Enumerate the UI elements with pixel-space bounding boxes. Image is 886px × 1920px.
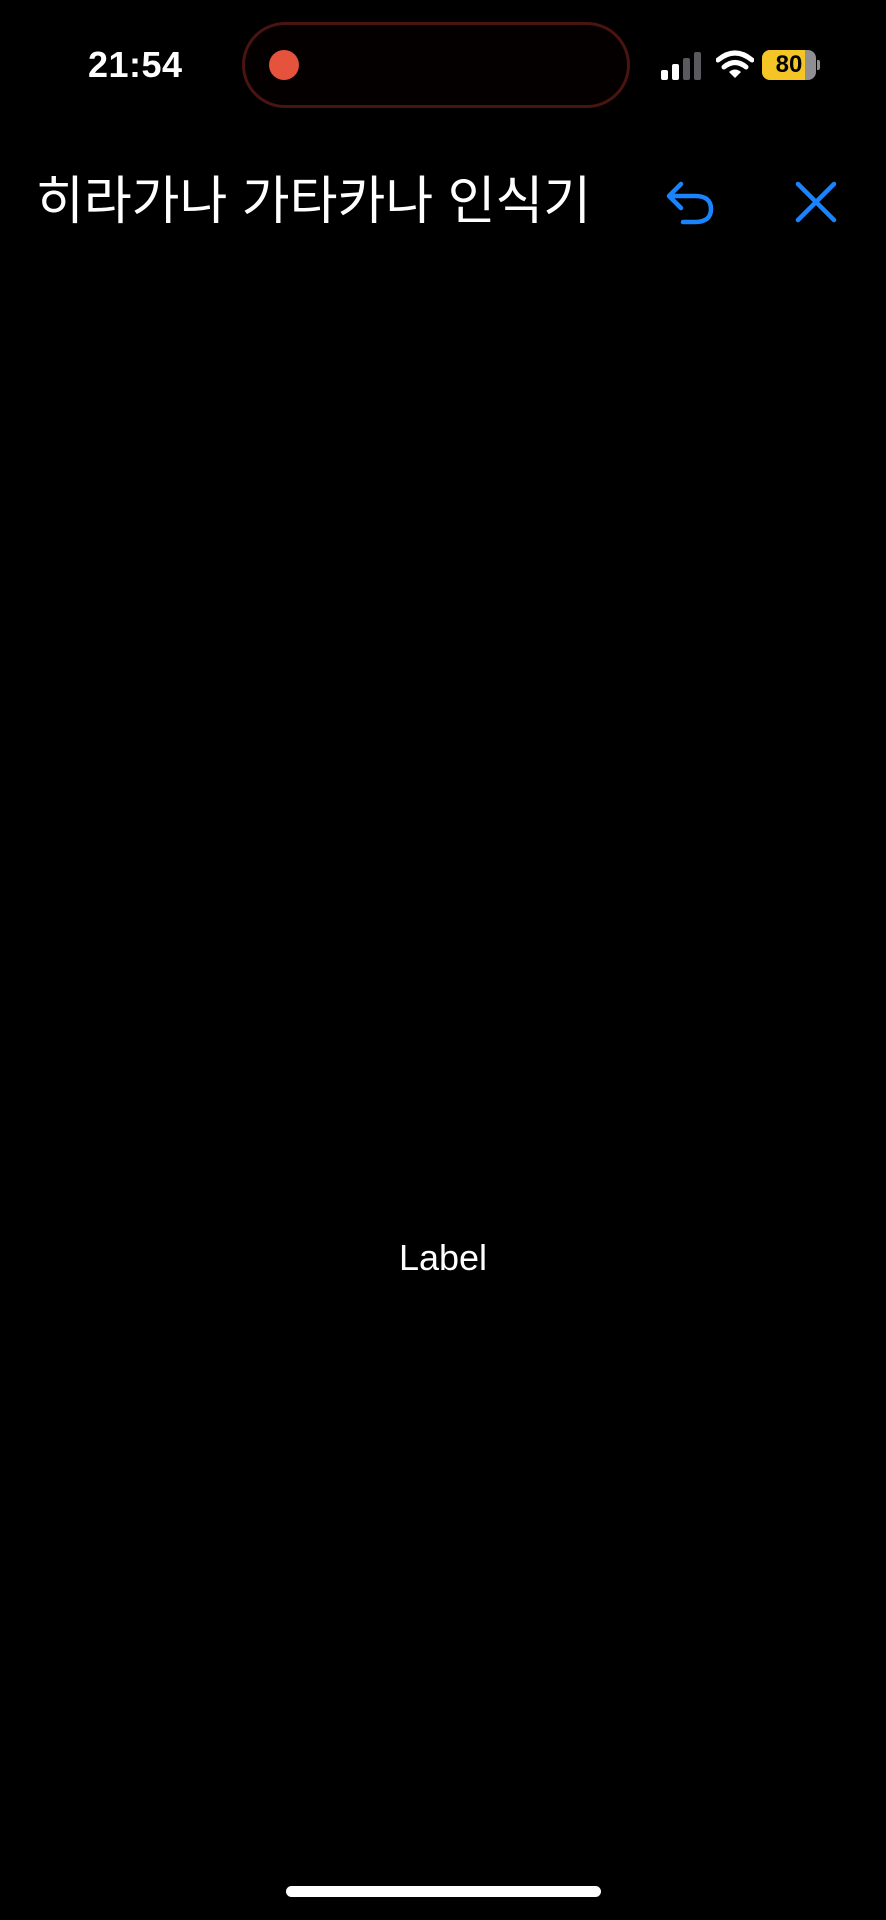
home-indicator[interactable]: [286, 1886, 601, 1897]
status-bar: 21:54 80: [0, 0, 886, 130]
battery-percent: 80: [775, 51, 803, 78]
status-time: 21:54: [88, 44, 183, 85]
cellular-signal-icon: [661, 52, 701, 80]
page-title: 히라가나 가타카나 인식기: [36, 173, 592, 231]
dynamic-island: [242, 22, 630, 108]
battery-cap: [817, 60, 820, 70]
recording-indicator-icon: [269, 50, 299, 80]
battery-icon: 80: [762, 50, 820, 80]
close-x-icon: [795, 181, 837, 223]
undo-arrow-icon: [666, 181, 714, 225]
close-button[interactable]: [784, 170, 848, 234]
navigation-bar: 히라가나 가타카나 인식기: [0, 150, 886, 260]
recognition-result-label: Label: [398, 1237, 488, 1278]
wifi-icon: [716, 50, 754, 78]
battery-body: 80: [762, 50, 816, 80]
undo-button[interactable]: [658, 170, 722, 234]
